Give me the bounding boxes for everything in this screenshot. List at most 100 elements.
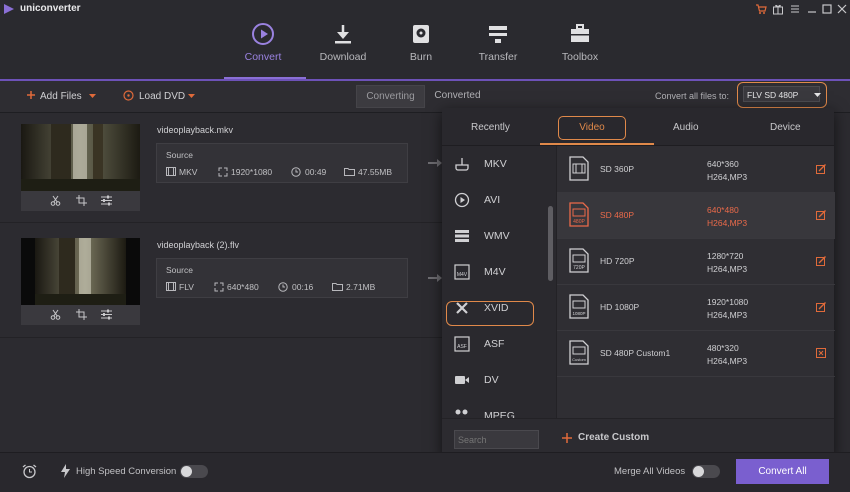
load-dvd-button[interactable]: Load DVD <box>139 91 185 102</box>
category-avi[interactable]: AVI <box>442 182 556 218</box>
category-mkv[interactable]: MKV <box>442 146 556 182</box>
mkv-icon <box>454 156 470 172</box>
edit-icon[interactable] <box>816 302 826 312</box>
file-name: videoplayback (2).flv <box>157 240 240 250</box>
source-duration: 00:16 <box>292 282 314 292</box>
close-icon[interactable] <box>836 3 848 15</box>
category-label: WMV <box>484 230 510 242</box>
video-720p-icon: 720P <box>569 248 589 273</box>
video-file-icon <box>569 156 589 181</box>
scissors-icon[interactable] <box>50 309 61 320</box>
menu-icon[interactable] <box>789 3 801 15</box>
download-icon <box>331 22 355 46</box>
svg-text:1080P: 1080P <box>572 311 585 316</box>
effects-sliders-icon[interactable] <box>101 309 112 320</box>
add-files-dropdown-icon[interactable] <box>89 94 96 99</box>
nav-download[interactable]: Download <box>308 18 378 68</box>
nav-download-label: Download <box>319 51 367 63</box>
source-size: 47.55MB <box>358 167 393 177</box>
convert-arrow-icon <box>428 158 442 168</box>
preset-codec: H264,MP3 <box>707 356 748 366</box>
alarm-clock-icon[interactable] <box>22 464 37 479</box>
wmv-icon <box>454 228 470 244</box>
merge-label: Merge All Videos <box>614 466 686 477</box>
preset-resolution: 1920*1080 <box>707 297 749 307</box>
output-format-select[interactable]: FLV SD 480P <box>737 82 827 108</box>
format-dropdown-panel: Recently Video Audio Device MKV AVI WMV … <box>442 108 835 459</box>
svg-text:480P: 480P <box>573 219 585 225</box>
tab-audio[interactable]: Audio <box>673 122 699 133</box>
add-files-button[interactable]: Add Files <box>40 91 82 102</box>
high-speed-label: High Speed Conversion <box>76 466 177 477</box>
source-resolution: 640*480 <box>227 282 259 292</box>
convert-play-icon <box>251 22 275 46</box>
nav-convert[interactable]: Convert <box>228 18 298 68</box>
category-label: ASF <box>484 338 505 350</box>
preset-specs: 480*320 H264,MP3 <box>707 342 747 368</box>
category-m4v[interactable]: M4V M4V <box>442 254 556 290</box>
category-label: AVI <box>484 194 501 206</box>
preset-codec: H264,MP3 <box>707 310 748 320</box>
clock-icon <box>291 167 301 177</box>
preset-sd-480p-custom1[interactable]: Custom SD 480P Custom1 480*320 H264,MP3 <box>557 330 835 377</box>
avi-play-icon <box>454 192 470 208</box>
edit-icon[interactable] <box>816 164 826 174</box>
effects-sliders-icon[interactable] <box>101 195 112 206</box>
preset-sd-480p[interactable]: 480P SD 480P 640*480 H264,MP3 <box>557 192 835 239</box>
mpeg-icon <box>454 408 470 418</box>
maximize-icon[interactable] <box>821 3 833 15</box>
category-wmv[interactable]: WMV <box>442 218 556 254</box>
tab-recently[interactable]: Recently <box>471 122 510 133</box>
dvd-icon <box>123 90 134 101</box>
transfer-icon <box>486 22 510 46</box>
crop-icon[interactable] <box>76 195 87 206</box>
preset-resolution: 640*360 <box>707 159 739 169</box>
tab-converting[interactable]: Converting <box>356 85 425 108</box>
video-custom-icon: Custom <box>569 340 589 365</box>
source-size: 2.71MB <box>346 282 376 292</box>
category-mpeg[interactable]: MPEG <box>442 398 556 418</box>
add-files-plus-icon <box>26 90 36 100</box>
edit-icon[interactable] <box>816 256 826 266</box>
thumbnail-tools <box>21 305 140 325</box>
edit-icon[interactable] <box>816 210 826 220</box>
toggle-knob <box>693 466 704 477</box>
video-thumbnail[interactable] <box>21 124 140 191</box>
nav-burn[interactable]: Burn <box>386 18 456 68</box>
toggle-knob <box>181 466 192 477</box>
svg-text:M4V: M4V <box>457 272 468 278</box>
preset-name: HD 1080P <box>600 302 640 312</box>
nav-toolbox[interactable]: Toolbox <box>545 18 615 68</box>
category-dv[interactable]: DV <box>442 362 556 398</box>
preset-hd-720p[interactable]: 720P HD 720P 1280*720 H264,MP3 <box>557 238 835 285</box>
search-input[interactable] <box>454 430 539 449</box>
tab-converted[interactable]: Converted <box>424 85 491 106</box>
preset-specs: 1920*1080 H264,MP3 <box>707 296 748 322</box>
category-asf[interactable]: ASF ASF <box>442 326 556 362</box>
create-custom-button[interactable]: Create Custom <box>578 432 649 443</box>
preset-sd-360p[interactable]: SD 360P 640*360 H264,MP3 <box>557 146 835 193</box>
high-speed-toggle[interactable] <box>180 465 208 478</box>
category-scrollbar[interactable] <box>548 206 553 281</box>
delete-icon[interactable] <box>816 348 826 358</box>
minimize-icon[interactable] <box>806 3 818 15</box>
tab-device[interactable]: Device <box>770 122 801 133</box>
merge-toggle[interactable] <box>692 465 720 478</box>
crop-icon[interactable] <box>76 309 87 320</box>
category-label: MPEG <box>484 410 515 418</box>
video-thumbnail[interactable] <box>21 238 140 305</box>
convert-all-button[interactable]: Convert All <box>736 459 829 484</box>
preset-name: SD 360P <box>600 164 635 174</box>
category-label: DV <box>484 374 499 386</box>
cart-icon[interactable] <box>755 3 767 15</box>
gift-icon[interactable] <box>772 3 784 15</box>
nav-transfer[interactable]: Transfer <box>463 18 533 68</box>
preset-specs: 640*360 H264,MP3 <box>707 158 747 184</box>
scissors-icon[interactable] <box>50 195 61 206</box>
resolution-icon <box>218 167 228 177</box>
source-label: Source <box>166 265 193 275</box>
tab-video[interactable]: Video <box>558 116 626 140</box>
preset-hd-1080p[interactable]: 1080P HD 1080P 1920*1080 H264,MP3 <box>557 284 835 331</box>
convert-arrow-icon <box>428 273 442 283</box>
load-dvd-dropdown-icon[interactable] <box>188 94 195 99</box>
